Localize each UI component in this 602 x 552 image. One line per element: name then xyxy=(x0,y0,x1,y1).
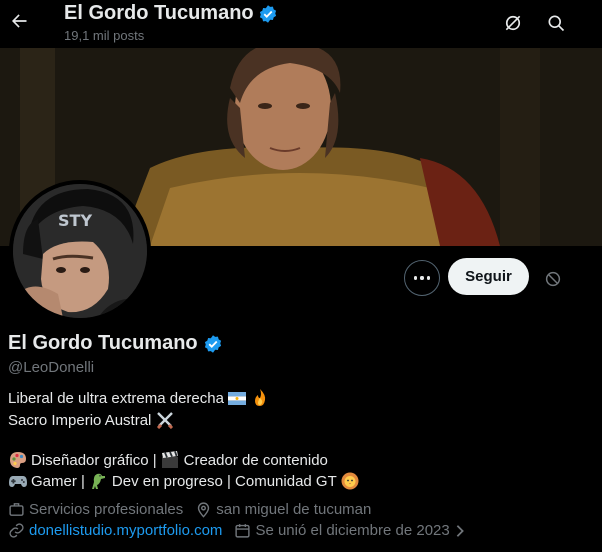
block-icon[interactable] xyxy=(542,268,564,290)
more-icon xyxy=(413,276,418,280)
chevron-right-icon xyxy=(454,524,466,538)
bio-text: Creador de contenido xyxy=(183,451,328,469)
argentina-flag-icon xyxy=(228,389,247,407)
profile-meta-row-2: donellistudio.myportfolio.com Se unió el… xyxy=(8,522,478,539)
crossed-swords-icon xyxy=(155,411,174,429)
svg-text:STY: STY xyxy=(58,211,92,230)
bio-text: Dev en progreso | Comunidad GT xyxy=(111,472,337,490)
grok-icon[interactable] xyxy=(498,8,528,38)
posts-count: 19,1 mil posts xyxy=(64,28,145,43)
dinosaur-icon xyxy=(89,472,108,490)
link-icon xyxy=(8,522,25,539)
back-arrow-icon[interactable] xyxy=(4,6,34,36)
profile-category: Servicios profesionales xyxy=(8,501,183,518)
search-icon[interactable] xyxy=(541,8,571,38)
lion-icon xyxy=(341,472,360,490)
profile-name: El Gordo Tucumano xyxy=(8,332,223,355)
game-controller-icon xyxy=(8,472,27,490)
briefcase-icon xyxy=(8,501,25,518)
bio-line-2: Sacro Imperio Austral xyxy=(8,411,178,429)
calendar-icon xyxy=(234,522,251,539)
follow-button[interactable]: Seguir xyxy=(448,258,529,295)
profile-location: san miguel de tucuman xyxy=(195,501,371,518)
bio-line-1: Liberal de ultra extrema derecha xyxy=(8,389,274,407)
palette-icon xyxy=(8,451,27,469)
bio-line-4: Gamer | Dev en progreso | Comunidad GT xyxy=(8,472,364,490)
bio-text: Liberal de ultra extrema derecha xyxy=(8,389,224,407)
verified-badge-icon xyxy=(203,334,223,354)
verified-badge-icon xyxy=(258,4,278,24)
profile-name-text: El Gordo Tucumano xyxy=(8,332,198,354)
fire-icon xyxy=(251,389,270,407)
more-options-button[interactable] xyxy=(404,260,440,296)
category-text: Servicios profesionales xyxy=(29,501,184,518)
bio-text: Gamer | xyxy=(31,472,85,490)
profile-meta-row-1: Servicios profesionales san miguel de tu… xyxy=(8,501,383,518)
profile-avatar[interactable]: STY xyxy=(9,180,151,322)
joined-text: Se unió el diciembre de 2023 xyxy=(255,522,450,539)
profile-joined[interactable]: Se unió el diciembre de 2023 xyxy=(234,522,465,539)
location-text: san miguel de tucuman xyxy=(216,501,372,518)
profile-website[interactable]: donellistudio.myportfolio.com xyxy=(8,522,222,539)
header-title-text: El Gordo Tucumano xyxy=(64,2,254,24)
location-pin-icon xyxy=(195,501,212,518)
header-title: El Gordo Tucumano xyxy=(64,2,278,25)
clapper-board-icon xyxy=(161,451,180,469)
bio-text: Sacro Imperio Austral xyxy=(8,411,152,429)
top-bar: El Gordo Tucumano 19,1 mil posts xyxy=(0,0,602,48)
profile-handle: @LeoDonelli xyxy=(8,359,95,376)
bio-line-3: Diseñador gráfico | Creador de contenido xyxy=(8,451,328,469)
bio-text: Diseñador gráfico | xyxy=(31,451,157,469)
website-link[interactable]: donellistudio.myportfolio.com xyxy=(29,522,222,539)
